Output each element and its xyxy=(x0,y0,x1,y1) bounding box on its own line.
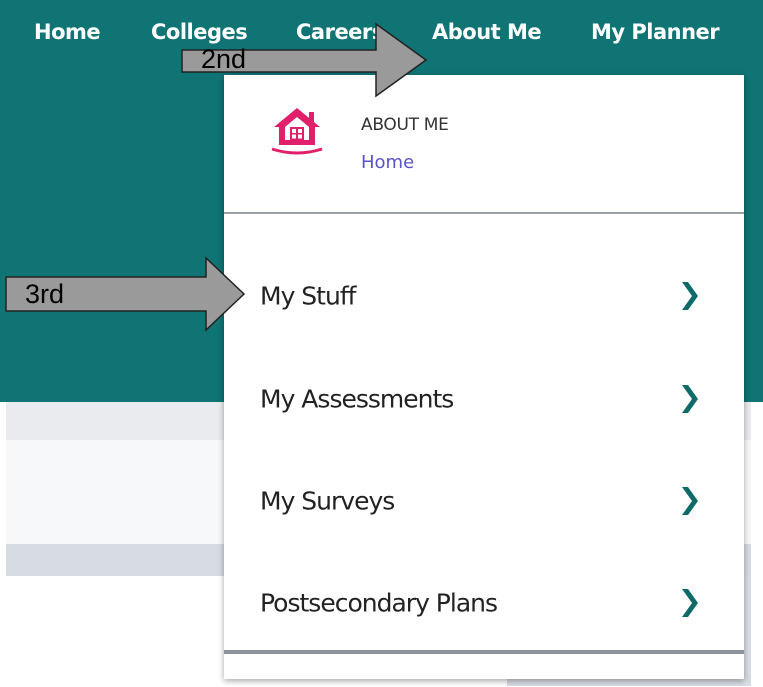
menu-item-my-stuff[interactable]: My Stuff xyxy=(224,244,744,348)
chevron-right-icon xyxy=(682,589,698,617)
nav-home[interactable]: Home xyxy=(34,20,101,44)
annotation-label: 2nd xyxy=(201,44,247,74)
chevron-right-icon xyxy=(682,282,698,310)
chevron-right-icon xyxy=(682,385,698,413)
menu-item-postsecondary-plans[interactable]: Postsecondary Plans xyxy=(224,551,744,655)
menu-item-my-surveys[interactable]: My Surveys xyxy=(224,449,744,553)
about-me-dropdown: ABOUT ME Home My Stuff My Assessments My… xyxy=(224,75,744,679)
menu-item-label: My Assessments xyxy=(260,384,454,414)
dropdown-home-link[interactable]: Home xyxy=(361,152,414,173)
dropdown-overflow xyxy=(224,654,744,679)
menu-item-label: My Stuff xyxy=(260,281,356,311)
house-icon xyxy=(271,108,323,155)
menu-item-label: My Surveys xyxy=(260,486,395,516)
annotation-label: 3rd xyxy=(25,279,65,309)
menu-item-label: Postsecondary Plans xyxy=(260,588,498,618)
nav-my-planner[interactable]: My Planner xyxy=(591,20,720,44)
menu-item-my-assessments[interactable]: My Assessments xyxy=(224,347,744,451)
dropdown-title: ABOUT ME xyxy=(361,115,449,135)
nav-about-me[interactable]: About Me xyxy=(432,20,542,44)
divider xyxy=(224,212,744,214)
chevron-right-icon xyxy=(682,487,698,515)
